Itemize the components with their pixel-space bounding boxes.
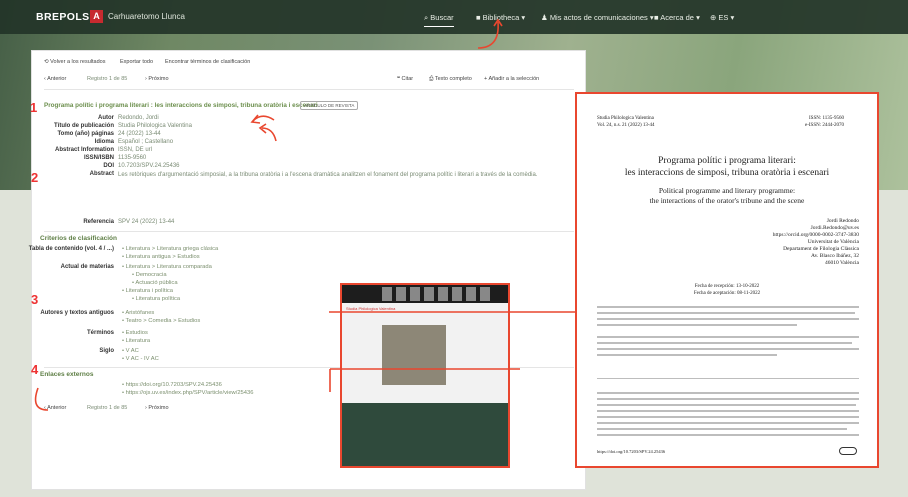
class-label: Tabla de contenido (vol. 4 / ...) — [28, 246, 114, 252]
pdf-body-text-lines — [597, 306, 859, 436]
field-label: ISSN/ISBN — [83, 155, 114, 161]
find-terms-link[interactable]: Encontrar términos de clasificación — [165, 59, 250, 65]
pdf-title-1: Programa polític i programa literari: — [658, 156, 796, 166]
class-item[interactable]: • Aristófanes — [122, 310, 154, 316]
nav-about[interactable]: ■ Acerca de ▾ — [654, 13, 700, 22]
nav-search[interactable]: ⌕ Buscar — [424, 13, 454, 27]
pdf-preview: Studia Philologica Valentina Vol. 24, n.… — [575, 92, 879, 468]
class-item[interactable]: • Democracia — [132, 272, 167, 278]
cc-license-icon — [839, 447, 857, 455]
annotation-number-2: 2 — [31, 170, 39, 185]
pdf-subtitle-2: the interactions of the orator's tribune… — [649, 196, 805, 205]
class-item[interactable]: • V AC — [122, 348, 139, 354]
annotation-number-4: 4 — [31, 362, 39, 377]
web-books — [342, 403, 508, 466]
field-value: ISSN, DE url — [118, 147, 153, 153]
class-label: Siglo — [99, 348, 114, 354]
site-name[interactable]: Carhuaretomo Llunca — [108, 12, 185, 21]
pdf-eissn: e-ISSN: 2444-2070 — [805, 123, 845, 128]
add-to-selection-button[interactable]: + Añadir a la selección — [484, 76, 539, 82]
brand-name[interactable]: BREPOLS — [36, 11, 90, 23]
class-label: Autores y textos antiguos — [40, 310, 114, 316]
class-item[interactable]: • Literatura política — [132, 296, 180, 302]
field-label: Referencia — [83, 219, 114, 225]
field-label: Tomo (año) páginas — [57, 131, 114, 137]
publication-link[interactable]: Studia Philologica Valentina — [118, 123, 192, 129]
pdf-issn: ISSN: 1135-9560 — [809, 116, 844, 121]
divider — [44, 89, 574, 90]
annotation-number-3: 3 — [31, 292, 39, 307]
field-label: Autor — [98, 115, 114, 121]
class-item[interactable]: • Literatura i política — [122, 288, 173, 294]
nav-bibliotheca[interactable]: ■ Bibliotheca ▾ — [476, 13, 525, 22]
pdf-date-received: Fecha de recepción: 13-10-2022 — [694, 284, 760, 289]
author-link[interactable]: Redondo, Jordi — [118, 115, 159, 121]
class-item[interactable]: • Literatura antigua > Estudios — [122, 254, 200, 260]
pdf-volume: Vol. 24, n.s. 21 (2022) 13-44 — [597, 123, 655, 128]
pager-info: Registro 1 de 85 — [87, 76, 128, 82]
record-title: Programa polític i programa literari : l… — [44, 102, 318, 109]
record-type-badge: ARTÍCULO DE REVISTA — [300, 101, 359, 110]
pdf-doi: https://doi.org/10.7203/SPV.24.25436 — [597, 449, 666, 454]
next-button-bottom[interactable]: › Próximo — [145, 405, 169, 411]
back-to-results-link[interactable]: ⟲ Volver a los resultados — [44, 59, 105, 65]
field-label: Idioma — [94, 139, 114, 145]
pdf-subtitle-1: Political programme and literary program… — [658, 186, 796, 195]
next-button[interactable]: › Próximo — [145, 76, 169, 82]
export-all-link[interactable]: Exportar todo — [120, 59, 153, 65]
external-link[interactable]: • https://ojs.uv.es/index.php/SPV/articl… — [122, 390, 253, 396]
field-label: DOI — [103, 163, 114, 169]
nav-language[interactable]: ⊕ ES ▾ — [710, 13, 734, 22]
web-cover — [382, 325, 446, 385]
field-label: Abstract Information — [54, 147, 114, 153]
field-label: Título de publicación — [54, 123, 114, 129]
field-value: SPV 24 (2022) 13-44 — [118, 219, 175, 225]
website-preview: Studia Philologica Valentina — [340, 283, 510, 468]
pager-info-bottom: Registro 1 de 85 — [87, 405, 128, 411]
classification-heading: Criterios de clasificación — [40, 235, 117, 242]
web-title: Studia Philologica Valentina — [346, 306, 396, 311]
top-navigation-bar: BREPOLS A Carhuaretomo Llunca ⌕ Buscar ■… — [0, 0, 908, 34]
logo-icon: A — [90, 10, 103, 23]
class-item[interactable]: • Actuació pública — [132, 280, 178, 286]
class-item[interactable]: • Estudios — [122, 330, 148, 336]
pdf-journal: Studia Philologica Valentina — [597, 116, 654, 121]
class-label: Términos — [86, 330, 114, 336]
field-value: Español ; Castellano — [118, 139, 174, 145]
external-link[interactable]: • https://doi.org/10.7203/SPV.24.25436 — [122, 382, 222, 388]
class-label: Actual de materias — [60, 264, 114, 270]
pdf-author-block: Jordi Redondo Jordi.Redondo@uv.es https://… — [772, 218, 859, 266]
web-header — [342, 285, 508, 303]
class-item[interactable]: • Literatura > Literatura comparada — [122, 264, 212, 270]
divider — [44, 231, 574, 232]
prev-button-bottom[interactable]: ‹ Anterior — [44, 405, 66, 411]
full-text-button[interactable]: ⎙ Texto completo — [429, 76, 472, 83]
field-value: 1135-9560 — [118, 155, 147, 161]
class-item[interactable]: • V AC - IV AC — [122, 356, 159, 362]
nav-my-communications[interactable]: ♟ Mis actos de comunicaciones ▾ — [541, 13, 654, 22]
doi-link[interactable]: 10.7203/SPV.24.25436 — [118, 163, 180, 169]
abstract-text: Les retòriques d'argumentació simposial,… — [118, 172, 538, 178]
class-item[interactable]: • Teatro > Comedia > Estudios — [122, 318, 200, 324]
prev-button[interactable]: ‹ Anterior — [44, 76, 66, 82]
annotation-number-1: 1 — [30, 100, 38, 115]
pdf-date-accepted: Fecha de aceptación: 08-11-2022 — [693, 291, 761, 296]
external-links-heading: Enlaces externos — [40, 371, 94, 378]
class-item[interactable]: • Literatura > Literatura griega clásica — [122, 246, 218, 252]
class-item[interactable]: • Literatura — [122, 338, 150, 344]
pdf-title-2: les interaccions de simposi, tribuna ora… — [624, 168, 830, 178]
field-value: 24 (2022) 13-44 — [118, 131, 161, 137]
cite-button[interactable]: ❝ Citar — [397, 76, 413, 82]
